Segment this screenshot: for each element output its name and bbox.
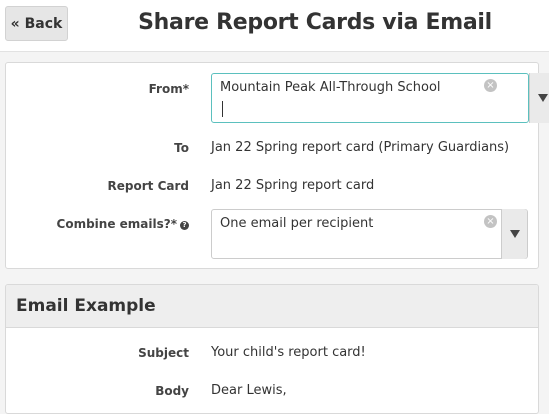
share-form-card: From* Mountain Peak All-Through School ×…	[5, 62, 549, 269]
subject-label: Subject	[138, 346, 189, 360]
combine-emails-select[interactable]: One email per recipient ×	[211, 209, 528, 259]
text-cursor	[222, 101, 223, 117]
email-example-heading: Email Example	[6, 285, 538, 328]
combine-emails-label: Combine emails?*?	[57, 217, 189, 231]
report-card-label: Report Card	[107, 179, 189, 193]
chevron-down-icon	[537, 94, 548, 102]
chevron-down-icon	[509, 230, 520, 238]
subject-value: Your child's report card!	[211, 345, 366, 360]
report-card-value: Jan 22 Spring report card	[211, 178, 375, 193]
body-value: Dear Lewis,	[211, 383, 287, 398]
top-bar: « Back Share Report Cards via Email	[0, 0, 549, 52]
to-value: Jan 22 Spring report card (Primary Guard…	[211, 140, 510, 155]
from-select-value: Mountain Peak All-Through School	[220, 80, 441, 95]
to-label: To	[174, 141, 189, 155]
body-label: Body	[155, 384, 189, 398]
back-button-label: « Back	[10, 15, 63, 32]
clear-icon[interactable]: ×	[484, 79, 497, 92]
page-title: Share Report Cards via Email	[138, 10, 492, 35]
from-label: From*	[148, 82, 189, 96]
combine-emails-value: One email per recipient	[220, 216, 374, 231]
back-button[interactable]: « Back	[5, 6, 68, 41]
email-example-card: Email Example Subject Your child's repor…	[5, 284, 539, 414]
from-select[interactable]: Mountain Peak All-Through School ×	[211, 73, 549, 123]
clear-icon[interactable]: ×	[484, 215, 497, 228]
help-icon[interactable]: ?	[180, 221, 189, 230]
combine-emails-label-text: Combine emails?*	[56, 217, 177, 231]
combine-emails-dropdown-toggle[interactable]	[501, 209, 527, 259]
from-dropdown-toggle[interactable]	[529, 73, 549, 123]
